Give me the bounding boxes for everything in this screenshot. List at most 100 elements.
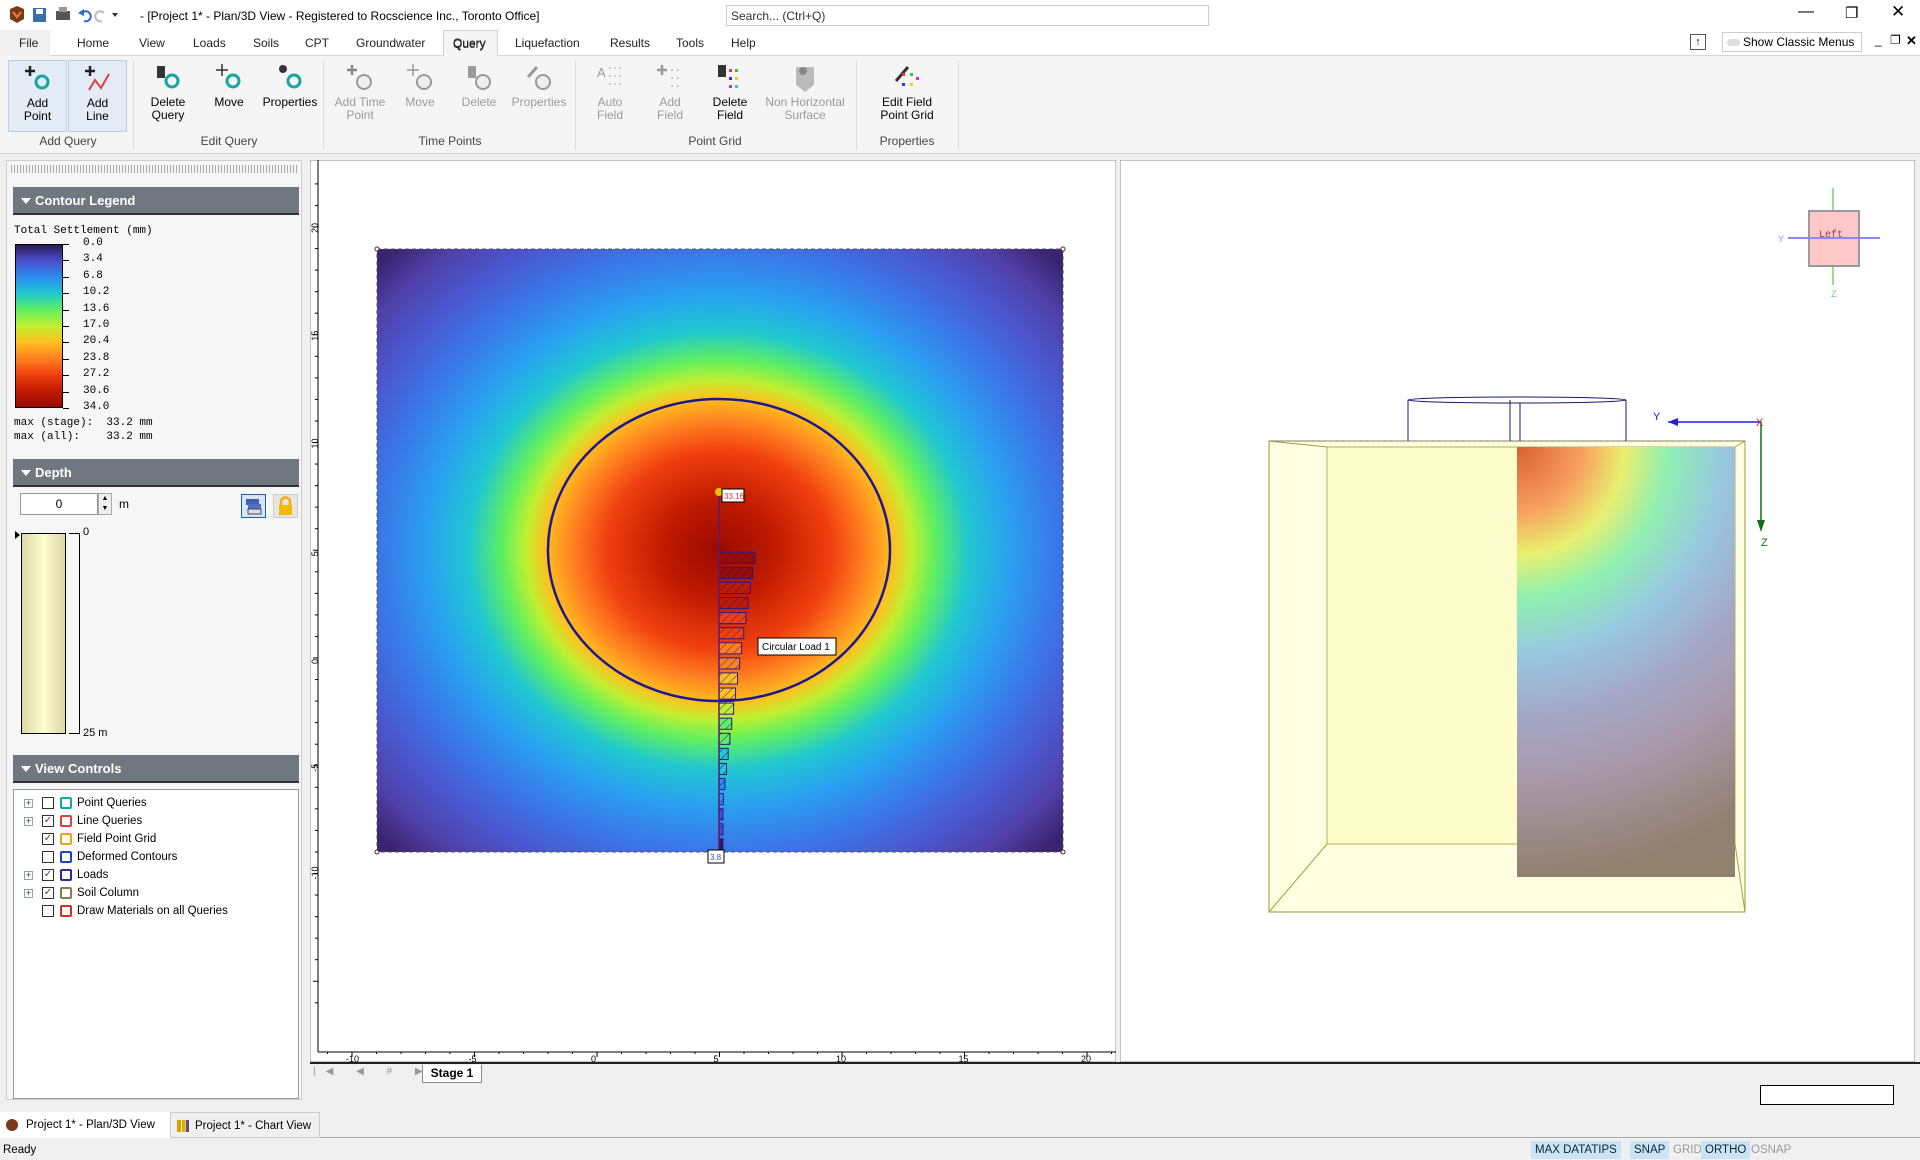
doc-close-button[interactable]: ✕ [1906,33,1917,49]
auto-field-button[interactable]: A Auto Field [580,60,640,132]
view-control-item[interactable]: + ✓ Loads [14,866,294,884]
doc-minimize-button[interactable]: _ [1875,33,1882,47]
depth-spinner[interactable]: ▲ ▼ [98,493,112,515]
lock-button[interactable] [273,494,298,518]
checkbox[interactable]: ✓ [42,815,54,827]
tab-loads[interactable]: Loads [193,36,226,50]
query-bottom-value: 3.8 [710,853,722,862]
query-properties-button[interactable]: Properties [260,60,320,132]
add-point-button[interactable]: Add Point [8,60,67,132]
collapse-ribbon-icon[interactable]: ↑ [1690,34,1706,50]
non-horizontal-surface-button[interactable]: Non Horizontal Surface [762,60,848,132]
panel-grip[interactable] [11,165,297,173]
minimize-button[interactable]: — [1798,3,1814,21]
checkbox[interactable]: ✓ [42,869,54,881]
print-icon [56,11,70,20]
tab-query[interactable]: Query [453,36,486,50]
view-control-item[interactable]: + ✓ Soil Column [14,884,294,902]
add-line-icon [69,61,126,97]
depth-top-label: 0 [83,526,90,538]
x-tick-label: 5 [714,1054,719,1062]
tab-home[interactable]: Home [77,36,109,50]
legend-tick-label: 3.4 [83,253,103,266]
query-bar-hatch [719,597,749,609]
3d-view[interactable]: X Y Z Left Y Z [1120,160,1915,1062]
expand-icon[interactable]: + [24,889,33,898]
delete-query-button[interactable]: Delete Query [138,60,198,132]
add-field-button[interactable]: Add Field [640,60,700,132]
checkbox[interactable] [42,905,54,917]
layers-button[interactable] [241,494,266,518]
settlement-contours [376,248,1064,853]
x-tick-label: 0 [591,1054,596,1062]
doc-tab-plan-3d[interactable]: Project 1* - Plan/3D View [0,1112,170,1138]
stage-bar: |◀ ◀ # ▶ ▶| Stage 1 [310,1062,1920,1105]
query-bar-hatch [719,582,751,594]
checkbox[interactable]: ✓ [42,887,54,899]
legend-tick-mark [63,391,69,393]
status-indicator-ortho[interactable]: ORTHO [1701,1141,1751,1159]
y-tick-label: 5 [310,551,320,556]
tab-view[interactable]: View [139,36,165,50]
move-query-button[interactable]: Move [199,60,259,132]
expand-icon[interactable]: + [24,799,33,808]
tab-tools[interactable]: Tools [676,36,704,50]
checkbox[interactable] [42,851,54,863]
legend-colorbar [15,244,63,408]
depth-header[interactable]: Depth [13,459,299,487]
status-indicator-snap[interactable]: SNAP [1630,1141,1670,1159]
query-bar-hatch [719,688,736,700]
expand-icon[interactable]: + [24,817,33,826]
legend-tick-mark [63,244,69,245]
view-control-item[interactable]: ✓ Field Point Grid [14,830,294,848]
move-time-point-button[interactable]: Move [390,60,450,132]
x-tick-label: 20 [1081,1054,1091,1062]
depth-bottom-label: 25 m [83,727,108,739]
add-time-point-icon [330,60,390,96]
status-indicator-max-datatips[interactable]: MAX DATATIPS [1531,1141,1621,1159]
view-control-item[interactable]: + Point Queries [14,794,294,812]
add-line-button[interactable]: Add Line [68,60,127,132]
view-control-item[interactable]: + ✓ Line Queries [14,812,294,830]
group-separator [133,60,134,150]
pencil-clock-icon [509,60,569,96]
doc-restore-button[interactable]: ❐ [1890,33,1901,47]
tab-groundwater[interactable]: Groundwater [356,36,425,50]
tab-soils[interactable]: Soils [253,36,279,50]
move-clock-icon [390,60,450,96]
tab-results[interactable]: Results [610,36,650,50]
view-controls-header[interactable]: View Controls [13,755,299,783]
time-point-properties-button[interactable]: Properties [509,60,569,132]
legend-tick-label: 30.6 [83,384,110,397]
edit-field-point-grid-button[interactable]: Edit Field Point Grid [872,60,942,132]
checkbox[interactable]: ✓ [42,833,54,845]
y-tick-label: 0 [310,659,320,664]
show-classic-menus-toggle[interactable]: Show Classic Menus [1722,32,1862,52]
legend-tick-mark [63,260,69,262]
add-time-point-button[interactable]: Add Time Point [330,60,390,132]
doc-tab-chart[interactable]: Project 1* - Chart View [170,1112,320,1138]
plan-view[interactable]: 33.16 3.8 Circular Load 1 -10 -5 0 5 10 15 20 2… [310,160,1116,1062]
restore-button[interactable]: ❐ [1845,4,1858,22]
legend-tick-mark [63,342,69,344]
view-control-label: Deformed Contours [77,851,178,863]
status-indicator-osnap[interactable]: OSNAP [1747,1141,1795,1159]
contour-legend-header[interactable]: Contour Legend [13,187,299,215]
stage-tab-1[interactable]: Stage 1 [422,1065,482,1083]
tab-file[interactable]: File [19,36,38,50]
depth-input[interactable]: 0 [20,493,98,515]
close-button[interactable]: ✕ [1891,2,1905,22]
view-control-item[interactable]: Deformed Contours [14,848,294,866]
tab-cpt[interactable]: CPT [305,36,329,50]
expand-icon[interactable]: + [24,871,33,880]
settlement-section [1517,447,1735,877]
tab-liquefaction[interactable]: Liquefaction [515,36,580,50]
tab-help[interactable]: Help [731,36,756,50]
legend-tick-label: 34.0 [83,401,110,413]
delete-time-point-button[interactable]: Delete [449,60,509,132]
delete-field-button[interactable]: Delete Field [700,60,760,132]
checkbox[interactable] [42,797,54,809]
legend-max-all: max (all): 33.2 mm [14,431,153,443]
view-control-item[interactable]: Draw Materials on all Queries [14,902,294,920]
search-input[interactable]: Search... (Ctrl+Q) [726,5,1209,26]
